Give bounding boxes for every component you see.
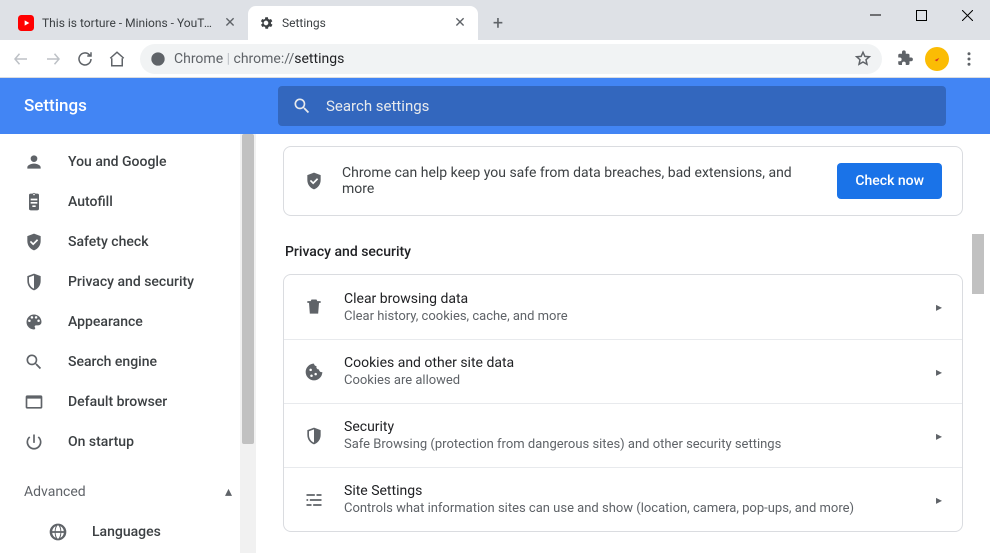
tab-title: This is torture - Minions - YouTube [42,16,216,30]
profile-button[interactable] [922,44,952,74]
forward-button[interactable] [38,44,68,74]
url-label: Chrome | chrome://settings [174,51,344,67]
sidebar-item-label: On startup [68,434,232,450]
shield-icon [24,272,44,292]
sidebar-item-you-and-google[interactable]: You and Google [0,142,256,182]
cookie-icon [304,362,324,382]
sidebar-item-label: Safety check [68,234,232,250]
check-now-button[interactable]: Check now [837,163,942,199]
browser-toolbar: Chrome | chrome://settings [0,40,990,78]
shield-icon [304,426,324,446]
row-subtitle: Controls what information sites can use … [344,501,916,516]
sidebar-item-default-browser[interactable]: Default browser [0,382,256,422]
youtube-icon [18,15,34,31]
clipboard-icon [24,192,44,212]
person-icon [24,152,44,172]
sidebar-item-search-engine[interactable]: Search engine [0,342,256,382]
sidebar-item-label: Search engine [68,354,232,370]
home-button[interactable] [102,44,132,74]
window-icon [24,392,44,412]
back-button[interactable] [6,44,36,74]
sidebar-item-on-startup[interactable]: On startup [0,422,256,462]
window-controls [852,0,990,30]
new-tab-button[interactable]: + [484,9,512,37]
settings-sidebar: You and Google Autofill Safety check Privac… [0,134,256,553]
power-icon [24,432,44,452]
close-icon[interactable]: ✕ [222,15,238,31]
chevron-up-icon: ▴ [225,484,232,500]
page-title: Settings [24,96,254,116]
row-title: Cookies and other site data [344,355,916,371]
section-title: Privacy and security [285,244,963,260]
site-info-icon[interactable] [150,51,166,67]
sidebar-item-autofill[interactable]: Autofill [0,182,256,222]
settings-header: Settings Search settings [0,78,990,134]
settings-content: Chrome can help keep you safe from data … [256,134,990,553]
row-subtitle: Clear history, cookies, cache, and more [344,309,916,324]
sidebar-item-label: Autofill [68,194,232,210]
settings-row-security[interactable]: Security Safe Browsing (protection from d… [284,403,962,467]
chevron-right-icon: ▸ [936,493,942,507]
sidebar-item-label: Appearance [68,314,232,330]
chevron-right-icon: ▸ [936,300,942,314]
sidebar-item-label: Languages [92,524,256,540]
row-subtitle: Safe Browsing (protection from dangerous… [344,437,916,452]
safety-banner: Chrome can help keep you safe from data … [283,146,963,216]
search-placeholder: Search settings [326,97,429,115]
content-scrollbar[interactable] [970,134,986,553]
advanced-toggle[interactable]: Advanced ▴ [0,472,256,512]
palette-icon [24,312,44,332]
sidebar-item-label: Default browser [68,394,232,410]
sidebar-scrollbar[interactable] [240,134,256,553]
maximize-button[interactable] [898,0,944,30]
settings-row-cookies-and-other-site-data[interactable]: Cookies and other site data Cookies are a… [284,339,962,403]
close-icon[interactable]: ✕ [452,15,468,31]
tab-youtube[interactable]: This is torture - Minions - YouTube ✕ [8,6,248,40]
address-bar[interactable]: Chrome | chrome://settings [140,44,882,74]
window-titlebar: This is torture - Minions - YouTube ✕ Se… [0,0,990,40]
reload-button[interactable] [70,44,100,74]
close-window-button[interactable] [944,0,990,30]
chevron-right-icon: ▸ [936,365,942,379]
shield-check-icon [304,171,324,191]
sliders-icon [304,490,324,510]
tab-title: Settings [282,16,446,30]
trash-icon [304,297,324,317]
minimize-button[interactable] [852,0,898,30]
sidebar-item-safety-check[interactable]: Safety check [0,222,256,262]
search-icon [24,352,44,372]
advanced-label: Advanced [24,484,86,500]
search-settings-input[interactable]: Search settings [278,86,946,126]
row-title: Clear browsing data [344,291,916,307]
settings-row-site-settings[interactable]: Site Settings Controls what information s… [284,467,962,531]
settings-icon [258,15,274,31]
row-subtitle: Cookies are allowed [344,373,916,388]
banner-text: Chrome can help keep you safe from data … [342,165,819,197]
sidebar-item-label: You and Google [68,154,232,170]
globe-icon [48,522,68,542]
row-title: Security [344,419,916,435]
chevron-right-icon: ▸ [936,429,942,443]
settings-row-clear-browsing-data[interactable]: Clear browsing data Clear history, cookie… [284,275,962,339]
extensions-button[interactable] [890,44,920,74]
menu-button[interactable] [954,44,984,74]
sidebar-item-appearance[interactable]: Appearance [0,302,256,342]
shield-check-icon [24,232,44,252]
sidebar-item-label: Privacy and security [68,274,232,290]
sidebar-item-privacy-and-security[interactable]: Privacy and security [0,262,256,302]
row-title: Site Settings [344,483,916,499]
bookmark-icon[interactable] [854,50,872,68]
sidebar-item-languages[interactable]: Languages [0,512,256,552]
tab-settings[interactable]: Settings ✕ [248,6,478,40]
